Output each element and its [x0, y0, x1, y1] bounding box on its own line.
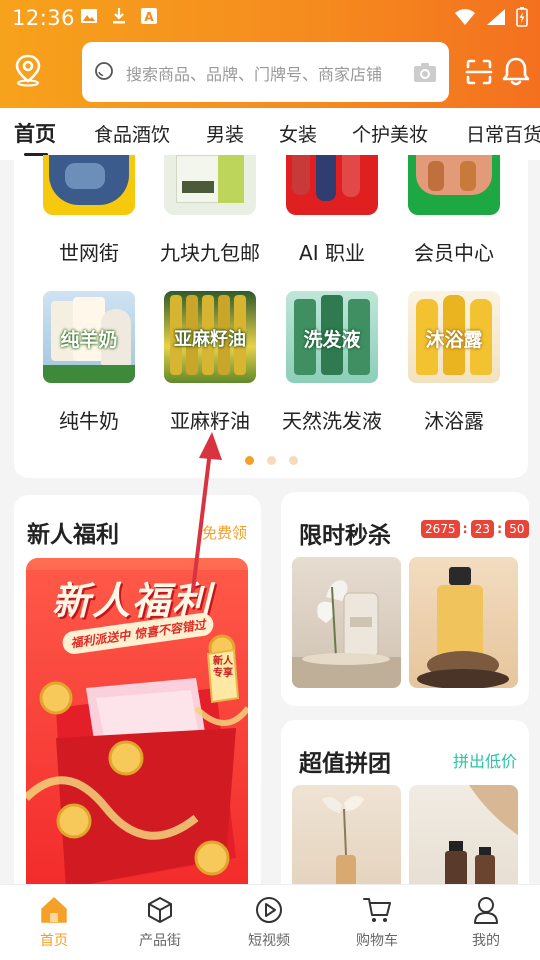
category-tabs: 首页 食品酒饮 男装 女装 个护美妆 日常百货	[0, 108, 540, 160]
scan-icon	[465, 59, 493, 85]
grid-image-flaxseed-oil: 亚麻籽油	[164, 291, 256, 383]
free-claim-link[interactable]: 免费领	[202, 522, 247, 543]
category-grid: 世网街 九块九包邮 AI 职业 会员中心 纯羊奶 纯牛奶 亚麻籽油 亚麻籽油 洗…	[14, 155, 528, 478]
tab-food-drinks[interactable]: 食品酒饮	[94, 120, 170, 147]
battery-icon	[516, 7, 528, 31]
group-buy-card[interactable]: 超值拼团 拼出低价	[281, 720, 529, 900]
grid-item-9-9-free-shipping[interactable]: 九块九包邮	[150, 155, 270, 266]
nav-label: 购物车	[356, 933, 398, 949]
countdown-timer: 2675 : 23 : 50	[421, 520, 529, 538]
grid-item-member-center[interactable]: 会员中心	[394, 155, 514, 266]
nav-label: 短视频	[248, 933, 290, 949]
home-icon	[41, 897, 67, 923]
download-notification-icon	[110, 7, 128, 25]
location-pin-icon	[15, 54, 41, 87]
grid-label: AI 职业	[299, 241, 365, 265]
grid-image-9-9-free-shipping	[164, 155, 256, 215]
status-time: 12:36	[12, 6, 76, 30]
nav-label: 首页	[40, 933, 68, 949]
location-button[interactable]	[10, 52, 46, 88]
tab-daily-goods[interactable]: 日常百货	[466, 120, 540, 147]
new-user-banner[interactable]: 新人福利 福利派送中 惊喜不容错过 新人专享	[26, 558, 248, 895]
wifi-icon	[454, 8, 476, 30]
grid-image-pure-milk: 纯羊奶	[43, 291, 135, 383]
bell-icon	[502, 57, 530, 86]
product-image	[417, 567, 509, 688]
search-icon	[95, 62, 113, 80]
nav-home[interactable]: 首页	[14, 895, 94, 950]
grid-label: 沐浴露	[424, 409, 484, 433]
grid-label: 世网街	[59, 241, 119, 265]
page-dot[interactable]	[289, 456, 298, 465]
nav-short-video[interactable]: 短视频	[229, 895, 309, 950]
flash-sale-product-2[interactable]	[409, 557, 518, 688]
user-icon	[474, 897, 498, 924]
tab-personal-care[interactable]: 个护美妆	[352, 120, 428, 147]
page-dot-active[interactable]	[245, 456, 254, 465]
group-buy-product-1[interactable]	[292, 785, 401, 900]
nav-cart[interactable]: 购物车	[337, 895, 417, 950]
grid-item-body-wash[interactable]: 沐浴露 沐浴露	[394, 291, 514, 434]
grid-image-member-center	[408, 155, 500, 215]
flash-sale-title: 限时秒杀	[299, 523, 391, 549]
grid-item-pure-milk[interactable]: 纯羊奶 纯牛奶	[29, 291, 149, 434]
tab-home[interactable]: 首页	[14, 118, 56, 148]
grid-item-shiwangjie[interactable]: 世网街	[29, 155, 149, 266]
product-image	[292, 580, 401, 688]
grid-label: 会员中心	[414, 241, 494, 265]
new-user-title: 新人福利	[27, 522, 119, 548]
grid-image-text: 亚麻籽油	[174, 329, 246, 350]
grid-item-flaxseed-oil[interactable]: 亚麻籽油 亚麻籽油	[150, 291, 270, 434]
grid-label: 九块九包邮	[160, 241, 260, 265]
svg-text:A: A	[144, 10, 154, 24]
grid-label: 亚麻籽油	[170, 409, 250, 433]
new-user-welfare-card[interactable]: 新人福利 免费领 新人福利 福利派送中 惊喜不容错过 新人专享	[14, 495, 261, 895]
cube-icon	[148, 897, 172, 923]
group-buy-link[interactable]: 拼出低价	[453, 748, 517, 772]
grid-item-natural-shampoo[interactable]: 洗发液 天然洗发液	[272, 291, 392, 434]
nav-label: 产品街	[139, 933, 181, 949]
grid-image-ai-career	[286, 155, 378, 215]
play-icon	[256, 897, 282, 923]
search-bar[interactable]: 搜索商品、品牌、门牌号、商家店铺	[82, 42, 449, 102]
gallery-notification-icon	[80, 7, 98, 25]
timer-minutes: 23	[470, 520, 495, 538]
tab-menswear[interactable]: 男装	[206, 120, 244, 147]
grid-image-shiwangjie	[43, 155, 135, 215]
tab-womenswear[interactable]: 女装	[279, 120, 317, 147]
status-bar: 12:36 A	[0, 0, 540, 38]
timer-hours: 2675	[421, 520, 460, 538]
timer-seconds: 50	[505, 520, 529, 538]
grid-image-text: 洗发液	[303, 329, 361, 351]
group-buy-title: 超值拼团	[299, 751, 391, 777]
nav-product-street[interactable]: 产品街	[120, 895, 200, 950]
notification-button[interactable]	[500, 55, 532, 87]
group-buy-product-2[interactable]	[409, 785, 518, 900]
app-header: 12:36 A 搜索商品、品牌、门牌号、商家店铺	[0, 0, 540, 108]
product-image	[322, 795, 364, 895]
grid-label: 纯牛奶	[59, 409, 119, 433]
camera-icon[interactable]	[413, 61, 437, 83]
product-image	[445, 785, 518, 895]
grid-item-ai-career[interactable]: AI 职业	[272, 155, 392, 266]
grid-image-natural-shampoo: 洗发液	[286, 291, 378, 383]
flash-sale-product-1[interactable]	[292, 557, 401, 688]
scan-button[interactable]	[464, 57, 494, 87]
bottom-nav: 首页 产品街 短视频 购物车 我的	[0, 884, 540, 960]
nav-profile[interactable]: 我的	[446, 895, 526, 950]
banner-tag: 新人专享	[213, 656, 233, 679]
grid-image-body-wash: 沐浴露	[408, 291, 500, 383]
grid-image-text: 沐浴露	[425, 329, 483, 351]
text-notification-icon: A	[140, 7, 158, 25]
grid-label: 天然洗发液	[282, 409, 382, 433]
nav-label: 我的	[472, 933, 500, 949]
grid-image-text: 纯羊奶	[60, 329, 118, 351]
cart-icon	[363, 898, 391, 922]
page-indicator	[245, 456, 298, 465]
signal-icon	[486, 8, 506, 30]
flash-sale-card[interactable]: 限时秒杀 2675 : 23 : 50	[281, 492, 529, 706]
page-dot[interactable]	[267, 456, 276, 465]
search-placeholder[interactable]: 搜索商品、品牌、门牌号、商家店铺	[126, 61, 382, 85]
